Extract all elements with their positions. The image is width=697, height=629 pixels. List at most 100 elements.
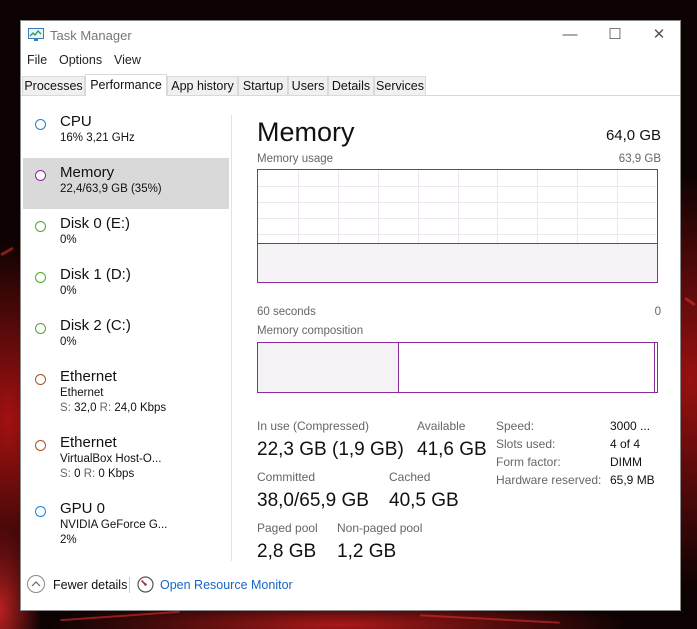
menu-bar: File Options View	[21, 51, 680, 71]
task-manager-icon	[28, 28, 44, 41]
ethernet-indicator-icon	[35, 374, 46, 385]
send-label: S:	[60, 468, 71, 480]
nonpaged-pool-label: Non-paged pool	[337, 521, 423, 535]
hardware-reserved-value: 65,9 MB	[610, 473, 655, 487]
maximize-button[interactable]: ☐	[592, 21, 638, 49]
sidebar-item-throughput: S: 32,0 R: 24,0 Kbps	[60, 401, 229, 416]
composition-in-use	[258, 343, 399, 392]
cached-value: 40,5 GB	[389, 490, 459, 511]
gpu-indicator-icon	[35, 506, 46, 517]
usage-graph-canvas	[258, 170, 657, 282]
window-title: Task Manager	[50, 28, 132, 43]
resource-monitor-icon[interactable]	[137, 576, 154, 593]
open-resource-monitor-link[interactable]: Open Resource Monitor	[160, 578, 293, 592]
sidebar-item-usage: 2%	[60, 534, 77, 546]
tab-users[interactable]: Users	[288, 76, 328, 95]
committed-value: 38,0/65,9 GB	[257, 490, 369, 511]
menu-file[interactable]: File	[27, 53, 47, 67]
memory-usage-label: Memory usage	[257, 153, 334, 165]
sidebar-item-detail: 0%	[60, 234, 77, 246]
send-value: 0	[74, 468, 81, 480]
receive-value: 0 Kbps	[98, 468, 135, 480]
send-label: S:	[60, 402, 71, 414]
minimize-button[interactable]: —	[547, 21, 593, 49]
sidebar-item-ethernet-1[interactable]: Ethernet Ethernet S: 32,0 R: 24,0 Kbps	[23, 368, 229, 426]
paged-pool-label: Paged pool	[257, 521, 318, 535]
sidebar-item-detail: 16% 3,21 GHz	[60, 132, 135, 144]
sidebar-item-detail: NVIDIA GeForce G...	[60, 519, 168, 531]
form-factor-value: DIMM	[610, 455, 642, 469]
memory-usage-max: 63,9 GB	[618, 153, 661, 165]
sidebar-item-disk-2[interactable]: Disk 2 (C:) 0%	[23, 317, 229, 361]
sidebar-item-detail: 0%	[60, 336, 77, 348]
sidebar-item-label: Disk 0 (E:)	[60, 215, 131, 232]
in-use-label: In use (Compressed)	[257, 419, 370, 433]
disk-indicator-icon	[35, 272, 46, 283]
sidebar-item-label: Memory	[60, 164, 115, 181]
sidebar-item-detail: VirtualBox Host-O...	[60, 453, 162, 465]
send-value: 32,0	[74, 402, 97, 414]
memory-composition-bar	[257, 342, 658, 393]
speed-value: 3000 ...	[610, 419, 651, 433]
form-factor-label: Form factor:	[496, 455, 561, 469]
graph-time-end: 0	[654, 306, 661, 318]
paged-pool-value: 2,8 GB	[257, 541, 317, 562]
nonpaged-pool-value: 1,2 GB	[337, 541, 397, 562]
sidebar-item-label: Disk 2 (C:)	[60, 317, 131, 334]
footer-separator	[129, 577, 130, 593]
tab-processes[interactable]: Processes	[22, 76, 85, 95]
sidebar-item-detail: 0%	[60, 285, 77, 297]
slots-used-label: Slots used:	[496, 437, 556, 451]
hardware-reserved-label: Hardware reserved:	[496, 473, 602, 487]
sidebar-item-disk-0[interactable]: Disk 0 (E:) 0%	[23, 215, 229, 259]
memory-usage-graph	[257, 169, 658, 283]
page-title: Memory	[257, 117, 355, 147]
sidebar-item-memory[interactable]: Memory 22,4/63,9 GB (35%)	[23, 158, 229, 209]
close-button[interactable]: ✕	[636, 21, 682, 49]
disk-indicator-icon	[35, 221, 46, 232]
tab-details[interactable]: Details	[328, 76, 374, 95]
sidebar-item-label: CPU	[60, 113, 92, 130]
committed-label: Committed	[257, 470, 316, 484]
task-manager-window: Task Manager — ☐ ✕ File Options View Pro…	[20, 20, 681, 611]
sidebar-item-label: Disk 1 (D:)	[60, 266, 131, 283]
total-capacity: 64,0 GB	[605, 127, 661, 144]
pane-divider	[231, 115, 232, 561]
sidebar-item-gpu-0[interactable]: GPU 0 NVIDIA GeForce G... 2%	[23, 500, 229, 558]
receive-value: 24,0 Kbps	[114, 402, 167, 414]
sidebar-item-detail: Ethernet	[60, 387, 104, 399]
sidebar-item-label: GPU 0	[60, 500, 106, 517]
tab-bar: Processes Performance App history Startu…	[21, 74, 680, 96]
tab-startup[interactable]: Startup	[238, 76, 288, 95]
available-value: 41,6 GB	[417, 439, 487, 460]
tab-services[interactable]: Services	[374, 76, 426, 95]
sidebar-item-disk-1[interactable]: Disk 1 (D:) 0%	[23, 266, 229, 310]
sidebar-item-cpu[interactable]: CPU 16% 3,21 GHz	[23, 113, 229, 157]
sidebar-item-label: Ethernet	[60, 434, 117, 451]
receive-label: R:	[99, 402, 112, 414]
speed-label: Speed:	[496, 419, 535, 433]
memory-indicator-icon	[35, 170, 46, 181]
graph-time-start: 60 seconds	[257, 306, 316, 318]
sidebar-item-ethernet-2[interactable]: Ethernet VirtualBox Host-O... S: 0 R: 0 …	[23, 434, 229, 492]
in-use-value: 22,3 GB (1,9 GB)	[257, 439, 404, 460]
menu-view[interactable]: View	[114, 53, 141, 67]
cpu-indicator-icon	[35, 119, 46, 130]
sidebar-item-throughput: S: 0 R: 0 Kbps	[60, 467, 229, 482]
sidebar-item-label: Ethernet	[60, 368, 117, 385]
tab-performance[interactable]: Performance	[85, 74, 167, 96]
menu-options[interactable]: Options	[59, 53, 102, 67]
fewer-details-button[interactable]: Fewer details	[53, 578, 127, 592]
performance-sidebar: CPU 16% 3,21 GHz Memory 22,4/63,9 GB (35…	[23, 105, 229, 561]
available-label: Available	[417, 419, 466, 433]
composition-modified	[654, 343, 656, 392]
ethernet-indicator-icon	[35, 440, 46, 451]
memory-composition-label: Memory composition	[257, 325, 364, 337]
sidebar-item-detail: 22,4/63,9 GB (35%)	[60, 183, 162, 195]
chevron-up-icon[interactable]	[27, 575, 45, 593]
slots-used-value: 4 of 4	[610, 437, 641, 451]
tab-app-history[interactable]: App history	[167, 76, 238, 95]
disk-indicator-icon	[35, 323, 46, 334]
receive-label: R:	[83, 468, 96, 480]
usage-area	[258, 243, 657, 282]
